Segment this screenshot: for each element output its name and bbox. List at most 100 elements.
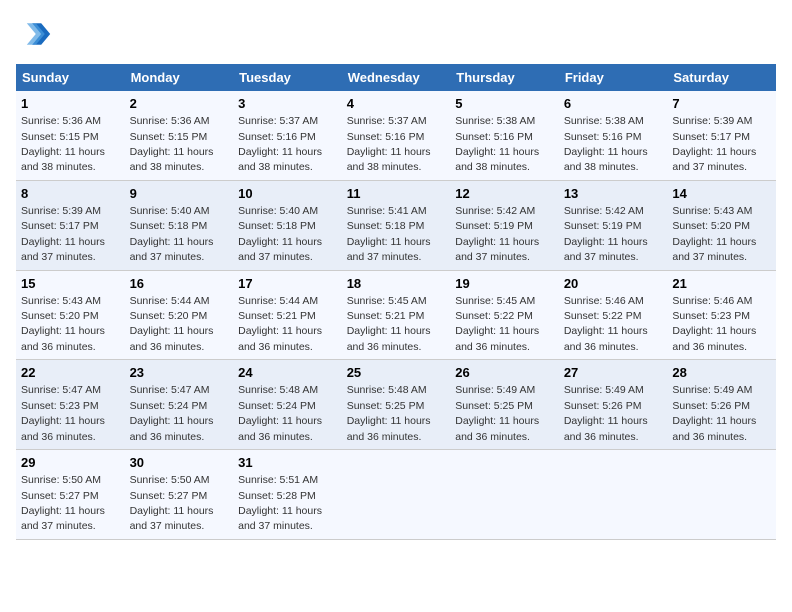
day-number: 11 (347, 185, 446, 203)
day-number: 21 (672, 275, 771, 293)
day-number: 15 (21, 275, 120, 293)
day-cell: 15 Sunrise: 5:43 AMSunset: 5:20 PMDayligh… (16, 270, 125, 360)
day-number: 10 (238, 185, 337, 203)
day-number: 30 (130, 454, 229, 472)
day-cell: 22 Sunrise: 5:47 AMSunset: 5:23 PMDayligh… (16, 360, 125, 450)
day-cell: 7 Sunrise: 5:39 AMSunset: 5:17 PMDaylight… (667, 91, 776, 180)
col-header-monday: Monday (125, 64, 234, 91)
day-info: Sunrise: 5:46 AMSunset: 5:22 PMDaylight:… (564, 295, 648, 353)
day-cell: 31 Sunrise: 5:51 AMSunset: 5:28 PMDayligh… (233, 450, 342, 540)
day-cell (667, 450, 776, 540)
col-header-tuesday: Tuesday (233, 64, 342, 91)
day-cell: 1 Sunrise: 5:36 AMSunset: 5:15 PMDaylight… (16, 91, 125, 180)
day-cell: 3 Sunrise: 5:37 AMSunset: 5:16 PMDaylight… (233, 91, 342, 180)
day-info: Sunrise: 5:45 AMSunset: 5:22 PMDaylight:… (455, 295, 539, 353)
day-info: Sunrise: 5:46 AMSunset: 5:23 PMDaylight:… (672, 295, 756, 353)
day-cell: 12Sunrise: 5:42 AMSunset: 5:19 PMDayligh… (450, 180, 559, 270)
week-row-4: 22 Sunrise: 5:47 AMSunset: 5:23 PMDayligh… (16, 360, 776, 450)
day-info: Sunrise: 5:38 AMSunset: 5:16 PMDaylight:… (564, 115, 648, 173)
day-number: 25 (347, 364, 446, 382)
day-number: 1 (21, 95, 120, 113)
day-cell: 26 Sunrise: 5:49 AMSunset: 5:25 PMDayligh… (450, 360, 559, 450)
day-number: 17 (238, 275, 337, 293)
day-info: Sunrise: 5:49 AMSunset: 5:26 PMDaylight:… (564, 384, 648, 442)
calendar-table: SundayMondayTuesdayWednesdayThursdayFrid… (16, 64, 776, 540)
day-info: Sunrise: 5:48 AMSunset: 5:24 PMDaylight:… (238, 384, 322, 442)
day-cell: 18 Sunrise: 5:45 AMSunset: 5:21 PMDayligh… (342, 270, 451, 360)
day-number: 20 (564, 275, 663, 293)
day-number: 8 (21, 185, 120, 203)
day-cell (342, 450, 451, 540)
day-cell: 10Sunrise: 5:40 AMSunset: 5:18 PMDayligh… (233, 180, 342, 270)
day-number: 29 (21, 454, 120, 472)
week-row-2: 8 Sunrise: 5:39 AMSunset: 5:17 PMDaylight… (16, 180, 776, 270)
day-number: 22 (21, 364, 120, 382)
day-info: Sunrise: 5:43 AMSunset: 5:20 PMDaylight:… (672, 205, 756, 263)
day-cell: 30 Sunrise: 5:50 AMSunset: 5:27 PMDayligh… (125, 450, 234, 540)
day-number: 28 (672, 364, 771, 382)
day-cell: 14 Sunrise: 5:43 AMSunset: 5:20 PMDayligh… (667, 180, 776, 270)
day-cell: 8 Sunrise: 5:39 AMSunset: 5:17 PMDaylight… (16, 180, 125, 270)
day-number: 26 (455, 364, 554, 382)
day-info: Sunrise: 5:38 AMSunset: 5:16 PMDaylight:… (455, 115, 539, 173)
week-row-1: 1 Sunrise: 5:36 AMSunset: 5:15 PMDaylight… (16, 91, 776, 180)
day-cell: 25Sunrise: 5:48 AMSunset: 5:25 PMDayligh… (342, 360, 451, 450)
header-row: SundayMondayTuesdayWednesdayThursdayFrid… (16, 64, 776, 91)
col-header-wednesday: Wednesday (342, 64, 451, 91)
day-info: Sunrise: 5:37 AMSunset: 5:16 PMDaylight:… (347, 115, 431, 173)
day-info: Sunrise: 5:43 AMSunset: 5:20 PMDaylight:… (21, 295, 105, 353)
day-info: Sunrise: 5:49 AMSunset: 5:26 PMDaylight:… (672, 384, 756, 442)
day-number: 7 (672, 95, 771, 113)
day-cell: 16 Sunrise: 5:44 AMSunset: 5:20 PMDayligh… (125, 270, 234, 360)
day-cell: 19 Sunrise: 5:45 AMSunset: 5:22 PMDayligh… (450, 270, 559, 360)
day-number: 19 (455, 275, 554, 293)
logo-icon (16, 16, 52, 52)
day-info: Sunrise: 5:37 AMSunset: 5:16 PMDaylight:… (238, 115, 322, 173)
day-cell: 29 Sunrise: 5:50 AMSunset: 5:27 PMDayligh… (16, 450, 125, 540)
day-cell: 28 Sunrise: 5:49 AMSunset: 5:26 PMDayligh… (667, 360, 776, 450)
day-info: Sunrise: 5:44 AMSunset: 5:20 PMDaylight:… (130, 295, 214, 353)
col-header-thursday: Thursday (450, 64, 559, 91)
day-cell: 17 Sunrise: 5:44 AMSunset: 5:21 PMDayligh… (233, 270, 342, 360)
day-info: Sunrise: 5:39 AMSunset: 5:17 PMDaylight:… (21, 205, 105, 263)
day-number: 31 (238, 454, 337, 472)
page-header (16, 16, 776, 52)
col-header-saturday: Saturday (667, 64, 776, 91)
day-cell: 6 Sunrise: 5:38 AMSunset: 5:16 PMDaylight… (559, 91, 668, 180)
day-info: Sunrise: 5:51 AMSunset: 5:28 PMDaylight:… (238, 474, 322, 532)
day-cell: 20 Sunrise: 5:46 AMSunset: 5:22 PMDayligh… (559, 270, 668, 360)
day-info: Sunrise: 5:50 AMSunset: 5:27 PMDaylight:… (130, 474, 214, 532)
day-cell: 4Sunrise: 5:37 AMSunset: 5:16 PMDaylight… (342, 91, 451, 180)
day-number: 24 (238, 364, 337, 382)
day-info: Sunrise: 5:47 AMSunset: 5:23 PMDaylight:… (21, 384, 105, 442)
day-number: 6 (564, 95, 663, 113)
day-info: Sunrise: 5:50 AMSunset: 5:27 PMDaylight:… (21, 474, 105, 532)
day-number: 5 (455, 95, 554, 113)
day-number: 3 (238, 95, 337, 113)
col-header-sunday: Sunday (16, 64, 125, 91)
day-info: Sunrise: 5:40 AMSunset: 5:18 PMDaylight:… (130, 205, 214, 263)
day-info: Sunrise: 5:42 AMSunset: 5:19 PMDaylight:… (564, 205, 648, 263)
day-cell: 27Sunrise: 5:49 AMSunset: 5:26 PMDayligh… (559, 360, 668, 450)
day-cell: 5 Sunrise: 5:38 AMSunset: 5:16 PMDaylight… (450, 91, 559, 180)
day-number: 18 (347, 275, 446, 293)
day-number: 14 (672, 185, 771, 203)
day-cell (450, 450, 559, 540)
logo (16, 16, 56, 52)
day-number: 13 (564, 185, 663, 203)
day-cell: 11 Sunrise: 5:41 AMSunset: 5:18 PMDayligh… (342, 180, 451, 270)
day-cell: 23Sunrise: 5:47 AMSunset: 5:24 PMDayligh… (125, 360, 234, 450)
day-info: Sunrise: 5:42 AMSunset: 5:19 PMDaylight:… (455, 205, 539, 263)
day-info: Sunrise: 5:44 AMSunset: 5:21 PMDaylight:… (238, 295, 322, 353)
day-number: 16 (130, 275, 229, 293)
week-row-5: 29 Sunrise: 5:50 AMSunset: 5:27 PMDayligh… (16, 450, 776, 540)
day-number: 9 (130, 185, 229, 203)
day-info: Sunrise: 5:36 AMSunset: 5:15 PMDaylight:… (21, 115, 105, 173)
day-info: Sunrise: 5:39 AMSunset: 5:17 PMDaylight:… (672, 115, 756, 173)
day-info: Sunrise: 5:45 AMSunset: 5:21 PMDaylight:… (347, 295, 431, 353)
day-number: 23 (130, 364, 229, 382)
day-number: 2 (130, 95, 229, 113)
day-info: Sunrise: 5:41 AMSunset: 5:18 PMDaylight:… (347, 205, 431, 263)
day-info: Sunrise: 5:49 AMSunset: 5:25 PMDaylight:… (455, 384, 539, 442)
day-cell (559, 450, 668, 540)
